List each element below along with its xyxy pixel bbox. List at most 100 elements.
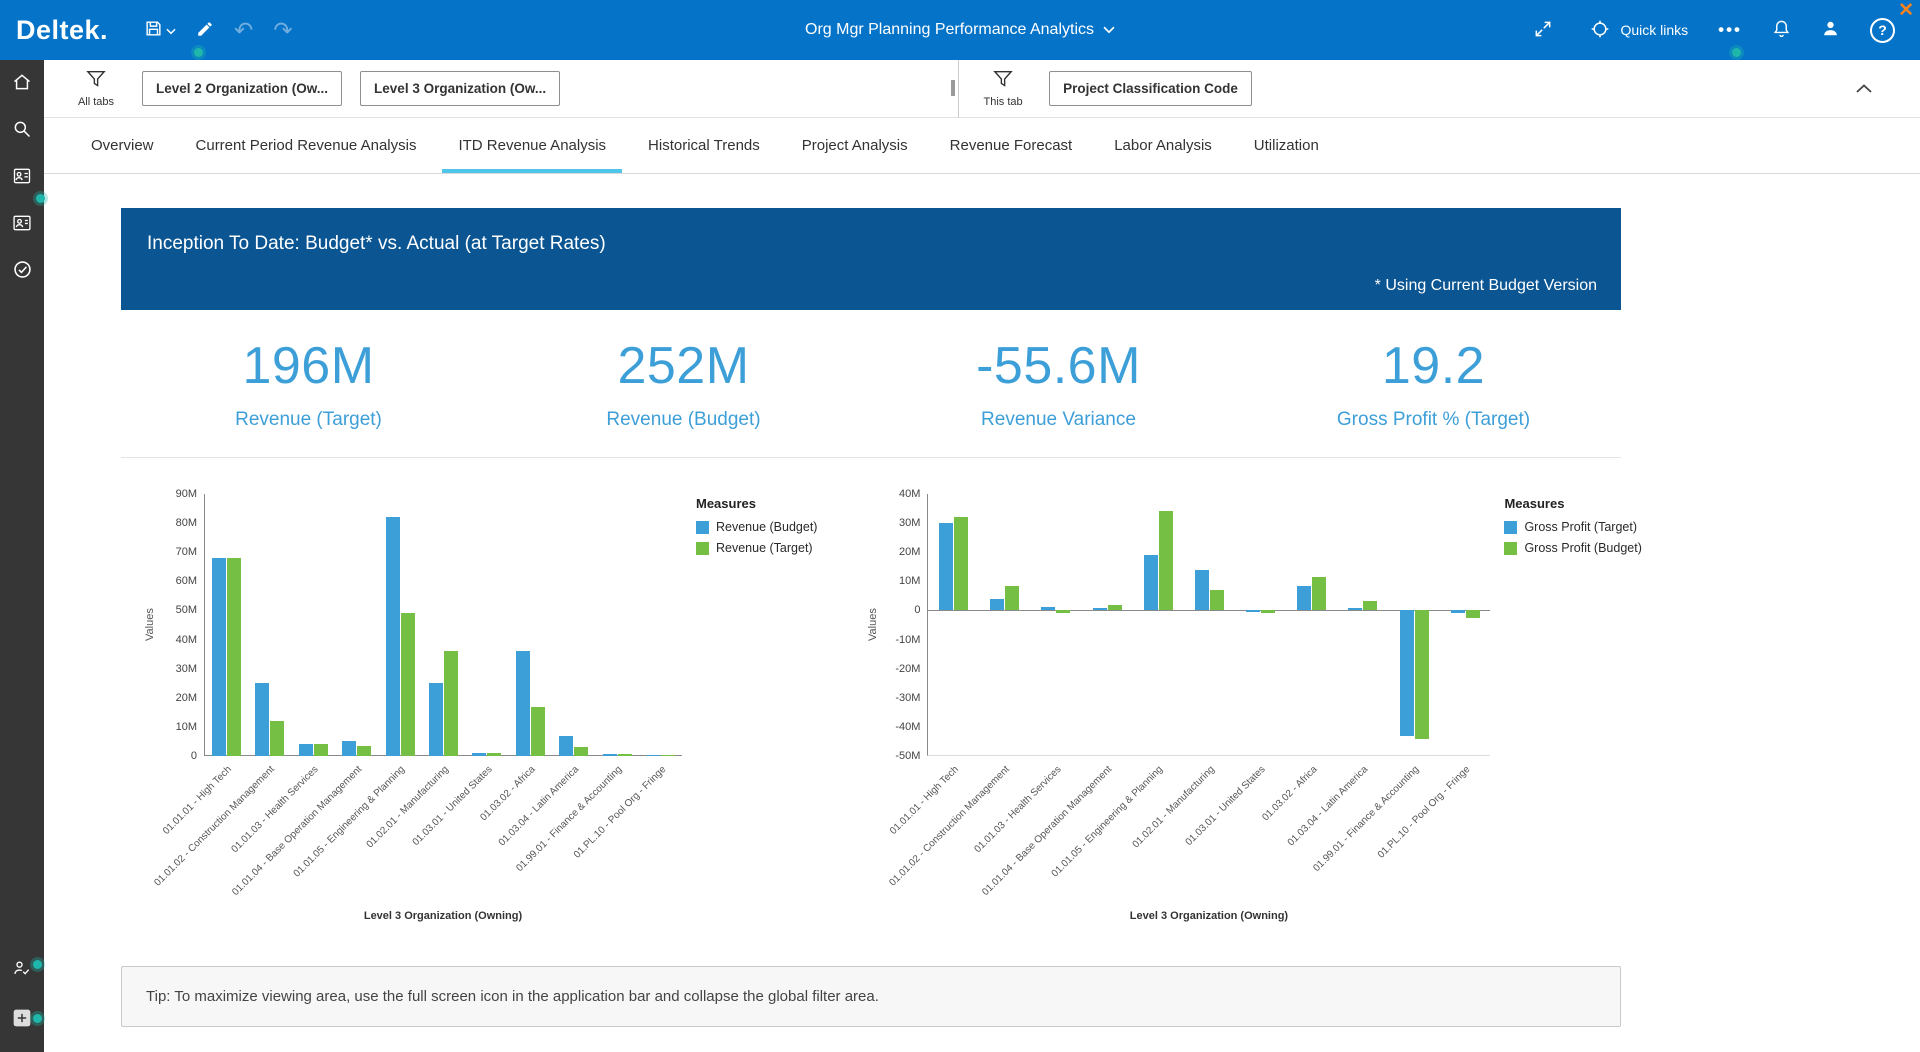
filter-button-level-2-organization-ow[interactable]: Level 2 Organization (Ow...: [142, 71, 342, 106]
bar-revenue-budget[interactable]: [255, 683, 269, 756]
tab-project-analysis[interactable]: Project Analysis: [781, 118, 929, 173]
coach-mark-dot[interactable]: [36, 194, 45, 203]
bar-gross-profit-target[interactable]: [1451, 610, 1465, 613]
legend-item-revenue-budget[interactable]: Revenue (Budget): [696, 520, 817, 534]
bar-gross-profit-budget[interactable]: [1210, 590, 1224, 610]
bar-revenue-target[interactable]: [531, 707, 545, 756]
bar-revenue-budget[interactable]: [559, 736, 573, 756]
sidebar-item-contacts[interactable]: [0, 211, 44, 237]
bar-revenue-target[interactable]: [314, 744, 328, 756]
coach-mark-dot[interactable]: [33, 1014, 42, 1023]
bar-revenue-target[interactable]: [574, 747, 588, 756]
account-button[interactable]: [1810, 0, 1851, 60]
bar-revenue-budget[interactable]: [299, 744, 313, 756]
help-icon: ?: [1870, 18, 1895, 43]
redo-button[interactable]: ↷: [263, 0, 302, 60]
person-check-icon: [12, 958, 32, 981]
y-axis-title: Values: [142, 494, 158, 756]
section-banner: Inception To Date: Budget* vs. Actual (a…: [121, 208, 1621, 310]
this-tab-filters: Project Classification Code: [1049, 71, 1252, 106]
collapse-filter-button[interactable]: [1850, 75, 1878, 102]
legend-item-gross-profit-target[interactable]: Gross Profit (Target): [1504, 520, 1641, 534]
filter-button-project-classification-code[interactable]: Project Classification Code: [1049, 71, 1252, 106]
y-axis-ticks: 90M80M70M60M50M40M30M20M10M0: [158, 494, 204, 756]
legend-swatch: [696, 542, 709, 555]
sidebar-item-search[interactable]: [0, 117, 44, 143]
tab-historical-trends[interactable]: Historical Trends: [627, 118, 781, 173]
tab-labor-analysis[interactable]: Labor Analysis: [1093, 118, 1233, 173]
bar-revenue-budget[interactable]: [386, 517, 400, 756]
dashboard-title: Org Mgr Planning Performance Analytics: [805, 21, 1094, 39]
bar-revenue-target[interactable]: [444, 651, 458, 756]
more-options-button[interactable]: •••: [1707, 0, 1753, 60]
bar-gross-profit-target[interactable]: [939, 523, 953, 610]
y-tick-label: 60M: [176, 575, 197, 587]
coach-mark-dot[interactable]: [1732, 48, 1741, 57]
quick-links-button[interactable]: Quick links: [1572, 0, 1699, 60]
bar-gross-profit-budget[interactable]: [1159, 511, 1173, 610]
sidebar-item-home[interactable]: [0, 70, 44, 96]
bar-revenue-target[interactable]: [270, 721, 284, 756]
edit-button[interactable]: [186, 0, 224, 60]
bar-revenue-budget[interactable]: [429, 683, 443, 756]
bar-gross-profit-target[interactable]: [990, 599, 1004, 611]
filter-funnel-icon: [993, 70, 1013, 93]
bar-gross-profit-target[interactable]: [1093, 608, 1107, 611]
bar-gross-profit-budget[interactable]: [1312, 577, 1326, 610]
bar-gross-profit-budget[interactable]: [1005, 586, 1019, 611]
y-tick-label: 10M: [176, 721, 197, 733]
undo-button[interactable]: ↶: [224, 0, 263, 60]
bar-gross-profit-target[interactable]: [1144, 555, 1158, 610]
id-badge-icon: [12, 166, 32, 189]
save-button[interactable]: [134, 0, 186, 60]
bar-revenue-budget[interactable]: [516, 651, 530, 756]
bar-gross-profit-target[interactable]: [1195, 570, 1209, 611]
bar-gross-profit-target[interactable]: [1348, 608, 1362, 611]
fullscreen-button[interactable]: [1522, 0, 1564, 60]
coach-mark-dot[interactable]: [194, 48, 203, 57]
chevron-down-icon: [166, 23, 176, 38]
tab-revenue-forecast[interactable]: Revenue Forecast: [929, 118, 1094, 173]
check-circle-icon: [12, 259, 33, 283]
tab-utilization[interactable]: Utilization: [1233, 118, 1340, 173]
expand-icon: [1533, 19, 1553, 42]
tab-itd-revenue-analysis[interactable]: ITD Revenue Analysis: [437, 118, 627, 173]
close-icon[interactable]: ✕: [1898, 0, 1914, 22]
bar-revenue-target[interactable]: [227, 558, 241, 756]
sidebar-item-approvals[interactable]: [0, 258, 44, 284]
sidebar-item-people[interactable]: [0, 164, 44, 190]
legend-item-revenue-target[interactable]: Revenue (Target): [696, 541, 817, 555]
bar-revenue-target[interactable]: [401, 613, 415, 756]
bar-gross-profit-budget[interactable]: [1056, 610, 1070, 612]
tab-current-period-revenue-analysis[interactable]: Current Period Revenue Analysis: [175, 118, 438, 173]
y-tick-label: 90M: [176, 488, 197, 500]
bar-gross-profit-target[interactable]: [1297, 586, 1311, 611]
legend-title: Measures: [1504, 496, 1641, 511]
legend-title: Measures: [696, 496, 817, 511]
y-tick-label: -50M: [895, 750, 920, 762]
y-tick-label: 0: [191, 750, 197, 762]
bar-gross-profit-budget[interactable]: [954, 517, 968, 610]
y-tick-label: 80M: [176, 517, 197, 529]
search-icon: [12, 119, 32, 142]
bar-gross-profit-budget[interactable]: [1466, 610, 1480, 617]
y-tick-label: 30M: [176, 663, 197, 675]
bar-revenue-budget[interactable]: [212, 558, 226, 756]
kpi-label: Revenue (Budget): [496, 409, 871, 431]
bar-gross-profit-budget[interactable]: [1363, 601, 1377, 611]
notifications-button[interactable]: [1761, 0, 1802, 60]
bar-gross-profit-budget[interactable]: [1108, 605, 1122, 610]
bar-revenue-target[interactable]: [357, 746, 371, 756]
bar-gross-profit-budget[interactable]: [1415, 610, 1429, 738]
bar-gross-profit-target[interactable]: [1400, 610, 1414, 735]
legend-item-gross-profit-budget[interactable]: Gross Profit (Budget): [1504, 541, 1641, 555]
dashboard-title-menu[interactable]: Org Mgr Planning Performance Analytics: [805, 21, 1115, 39]
bar-gross-profit-budget[interactable]: [1261, 610, 1275, 612]
filter-button-level-3-organization-ow[interactable]: Level 3 Organization (Ow...: [360, 71, 560, 106]
bar-gross-profit-target[interactable]: [1246, 610, 1260, 612]
filter-panel-divider[interactable]: [958, 60, 959, 118]
tab-overview[interactable]: Overview: [70, 118, 175, 173]
bar-revenue-budget[interactable]: [342, 741, 356, 756]
coach-mark-dot[interactable]: [33, 960, 42, 969]
bar-gross-profit-target[interactable]: [1041, 607, 1055, 610]
